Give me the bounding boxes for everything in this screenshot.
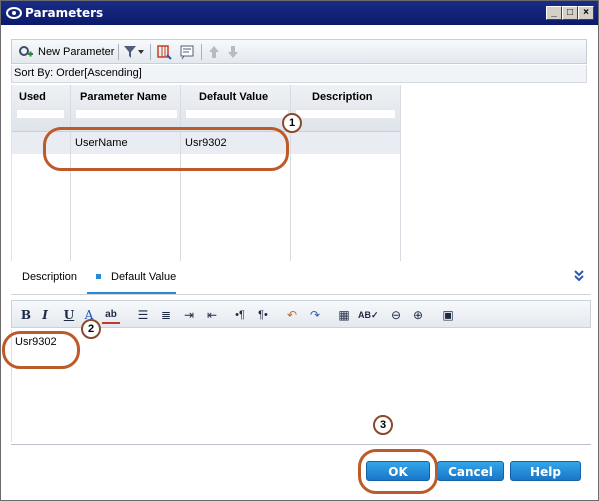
column-divider: [70, 85, 71, 261]
arrow-down-icon: [228, 46, 238, 58]
columns-button[interactable]: [156, 42, 172, 62]
underline-button[interactable]: U: [60, 306, 78, 324]
annotation-highlight: [358, 449, 438, 494]
app-logo-icon: [6, 7, 22, 19]
close-button[interactable]: ×: [578, 6, 594, 20]
indent-icon[interactable]: ⇥: [180, 306, 198, 324]
move-up-button[interactable]: [207, 42, 221, 62]
window-title: Parameters: [25, 6, 104, 20]
chevron-down-icon: [138, 50, 144, 54]
arrow-up-icon: [209, 46, 219, 58]
numbered-list-icon[interactable]: ≣: [157, 306, 175, 324]
bullet-list-icon[interactable]: ☰: [134, 306, 152, 324]
column-header-parameter-name[interactable]: Parameter Name: [80, 91, 167, 103]
move-down-button[interactable]: [226, 42, 240, 62]
parameters-dialog: Parameters _ □ × New Parameter Sort By: …: [0, 0, 599, 501]
column-header-default-value[interactable]: Default Value: [199, 91, 268, 103]
tab-default-value-label: Default Value: [111, 271, 177, 283]
toolbar-separator: [118, 44, 119, 60]
undo-icon[interactable]: ↶: [283, 306, 301, 324]
column-divider: [400, 85, 401, 261]
column-header-description[interactable]: Description: [312, 91, 373, 103]
column-divider: [180, 85, 181, 261]
title-bar[interactable]: Parameters _ □ ×: [1, 1, 598, 25]
filter-parameter-name[interactable]: [75, 109, 178, 119]
minimize-button[interactable]: _: [546, 6, 562, 20]
footer-divider: [11, 444, 591, 445]
cancel-button[interactable]: Cancel: [437, 461, 504, 481]
outdent-icon[interactable]: ⇤: [203, 306, 221, 324]
filter-button[interactable]: [123, 42, 145, 62]
spellcheck-icon[interactable]: AB✓: [358, 306, 379, 324]
filter-default-value[interactable]: [185, 109, 289, 119]
zoom-out-icon[interactable]: ⊖: [387, 306, 405, 324]
parameter-toolbar: New Parameter: [11, 39, 587, 64]
details-icon: [180, 45, 194, 60]
parameters-grid: Used Parameter Name Default Value Descri…: [11, 85, 401, 261]
new-parameter-button[interactable]: New Parameter: [18, 42, 114, 62]
details-button[interactable]: [179, 42, 195, 62]
toolbar-separator: [201, 44, 202, 60]
annotation-marker: 2: [81, 319, 101, 339]
ltr-icon[interactable]: •¶: [231, 306, 249, 324]
table-icon[interactable]: ▦: [335, 306, 353, 324]
new-parameter-icon: [19, 46, 33, 57]
help-button[interactable]: Help: [510, 461, 581, 481]
italic-button[interactable]: I: [36, 306, 54, 324]
annotation-highlight: [2, 331, 80, 369]
column-header-used[interactable]: Used: [19, 91, 46, 103]
column-divider: [290, 85, 291, 261]
tab-default-value[interactable]: Default Value: [87, 271, 177, 294]
columns-icon: [157, 45, 172, 60]
filter-description[interactable]: [295, 109, 396, 119]
fullscreen-icon[interactable]: ▣: [439, 306, 457, 324]
zoom-in-icon[interactable]: ⊕: [409, 306, 427, 324]
maximize-button[interactable]: □: [562, 6, 578, 20]
highlight-icon[interactable]: ab: [102, 306, 120, 324]
rtl-icon[interactable]: ¶•: [254, 306, 272, 324]
new-parameter-label: New Parameter: [38, 46, 115, 58]
sort-by-label: Sort By: Order[Ascending]: [11, 65, 587, 83]
bold-button[interactable]: B: [17, 306, 35, 324]
toolbar-separator: [150, 44, 151, 60]
annotation-marker: 1: [282, 113, 302, 133]
filter-used[interactable]: [16, 109, 65, 119]
tab-description[interactable]: Description: [22, 271, 77, 283]
filter-icon: [124, 46, 136, 58]
details-tabs: Description Default Value: [11, 265, 591, 295]
default-value-editor[interactable]: Usr9302: [11, 329, 591, 442]
collapse-chevron-icon[interactable]: [573, 269, 585, 283]
annotation-highlight: [43, 127, 289, 171]
annotation-marker: 3: [373, 415, 393, 435]
redo-icon[interactable]: ↷: [306, 306, 324, 324]
